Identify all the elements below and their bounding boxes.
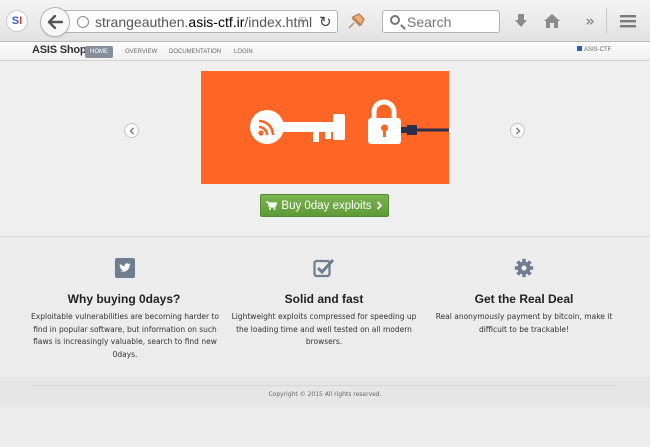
browser-toolbar: SI strangeauthen.asis-ctf.ir/index.html … bbox=[0, 0, 650, 42]
hero-carousel: Buy 0day exploits bbox=[0, 61, 650, 237]
menu-icon[interactable] bbox=[618, 11, 638, 31]
footer-divider bbox=[32, 385, 616, 386]
feature-line: Exploitable vulnerabilities are becoming… bbox=[31, 312, 219, 321]
chevron-right-icon bbox=[376, 201, 382, 210]
chevron-left-icon bbox=[129, 127, 134, 134]
feature-title: Why buying 0days? bbox=[67, 292, 181, 306]
overflow-icon[interactable]: » bbox=[580, 11, 600, 31]
key-icon bbox=[250, 110, 345, 144]
back-button[interactable] bbox=[40, 7, 70, 37]
flag-icon bbox=[577, 46, 582, 51]
feature-line: browsers. bbox=[305, 337, 343, 346]
reload-icon[interactable]: ↻ bbox=[319, 13, 332, 31]
site-navbar: ASIS Shop HOME OVERVIEW DOCUMENTATION LO… bbox=[0, 42, 650, 61]
nav-asis-ctf[interactable]: ASIS-CTF bbox=[577, 46, 611, 53]
cart-icon bbox=[266, 201, 278, 210]
search-icon bbox=[390, 15, 400, 25]
nav-login[interactable]: LOGIN bbox=[229, 46, 258, 58]
feature-line: difficult to be trackable! bbox=[478, 324, 570, 334]
checkbox-icon bbox=[313, 258, 335, 278]
download-icon[interactable] bbox=[511, 11, 531, 31]
twitter-icon bbox=[115, 258, 135, 278]
toolbar-divider bbox=[606, 8, 607, 34]
home-icon[interactable] bbox=[542, 11, 562, 31]
url-bar[interactable]: strangeauthen.asis-ctf.ir/index.html ▽ ↻ bbox=[62, 10, 338, 33]
slide-illustration bbox=[250, 99, 449, 144]
favicon-letter: S bbox=[11, 15, 20, 27]
footer: Copyright © 2015 All rights reserved. bbox=[0, 377, 650, 447]
copyright-text: Copyright © 2015 All rights reserved. bbox=[268, 391, 382, 398]
footer-bottom bbox=[0, 407, 650, 447]
feature-line: find in popular software, but informatio… bbox=[33, 324, 217, 334]
globe-icon bbox=[77, 16, 89, 28]
brand-logo[interactable]: ASIS Shop bbox=[32, 44, 87, 56]
url-text[interactable]: strangeauthen.asis-ctf.ir/index.html bbox=[95, 14, 312, 30]
feature-description: Exploitable vulnerabilities are becoming… bbox=[27, 311, 223, 361]
buy-button-label: Buy 0day exploits bbox=[281, 199, 372, 212]
carousel-prev-button[interactable] bbox=[124, 123, 139, 138]
padlock-icon bbox=[368, 99, 401, 144]
nav-overview[interactable]: OVERVIEW bbox=[120, 46, 162, 58]
carousel-slide[interactable] bbox=[201, 71, 449, 184]
url-subdomain: strangeauthen. bbox=[95, 14, 189, 30]
feature-line: 0days. bbox=[112, 349, 138, 359]
feature-description: Real anonymously payment by bitcoin, mak… bbox=[433, 311, 615, 336]
nav-documentation[interactable]: DOCUMENTATION bbox=[164, 46, 226, 58]
feature-title: Solid and fast bbox=[284, 292, 364, 306]
chevron-right-icon bbox=[515, 127, 520, 134]
pin-icon[interactable] bbox=[346, 12, 366, 30]
nav-home[interactable]: HOME bbox=[85, 46, 113, 58]
buy-exploits-button[interactable]: Buy 0day exploits bbox=[260, 194, 389, 217]
dropdown-icon[interactable]: ▽ bbox=[299, 16, 307, 27]
features-section: Why buying 0days? Exploitable vulnerabil… bbox=[0, 237, 650, 377]
search-box[interactable] bbox=[382, 10, 500, 33]
cable-icon bbox=[401, 125, 449, 135]
feature-line: Real anonymously payment by bitcoin, mak… bbox=[435, 312, 613, 321]
feature-description: Lightweight exploits compressed for spee… bbox=[231, 311, 417, 349]
url-host: asis-ctf.ir bbox=[188, 14, 245, 30]
feature-line: flaws is increasingly valuable, search t… bbox=[33, 337, 217, 346]
back-icon bbox=[47, 15, 63, 29]
search-input[interactable] bbox=[407, 13, 497, 30]
feature-title: Get the Real Deal bbox=[474, 292, 574, 306]
gear-icon bbox=[514, 258, 534, 278]
feature-line: Lightweight exploits compressed for spee… bbox=[231, 312, 417, 321]
feature-line: the loading time and well tested on all … bbox=[236, 324, 412, 334]
nav-asis-ctf-label: ASIS-CTF bbox=[584, 47, 612, 53]
site-favicon-icon[interactable]: SI bbox=[6, 10, 28, 32]
carousel-next-button[interactable] bbox=[510, 123, 525, 138]
